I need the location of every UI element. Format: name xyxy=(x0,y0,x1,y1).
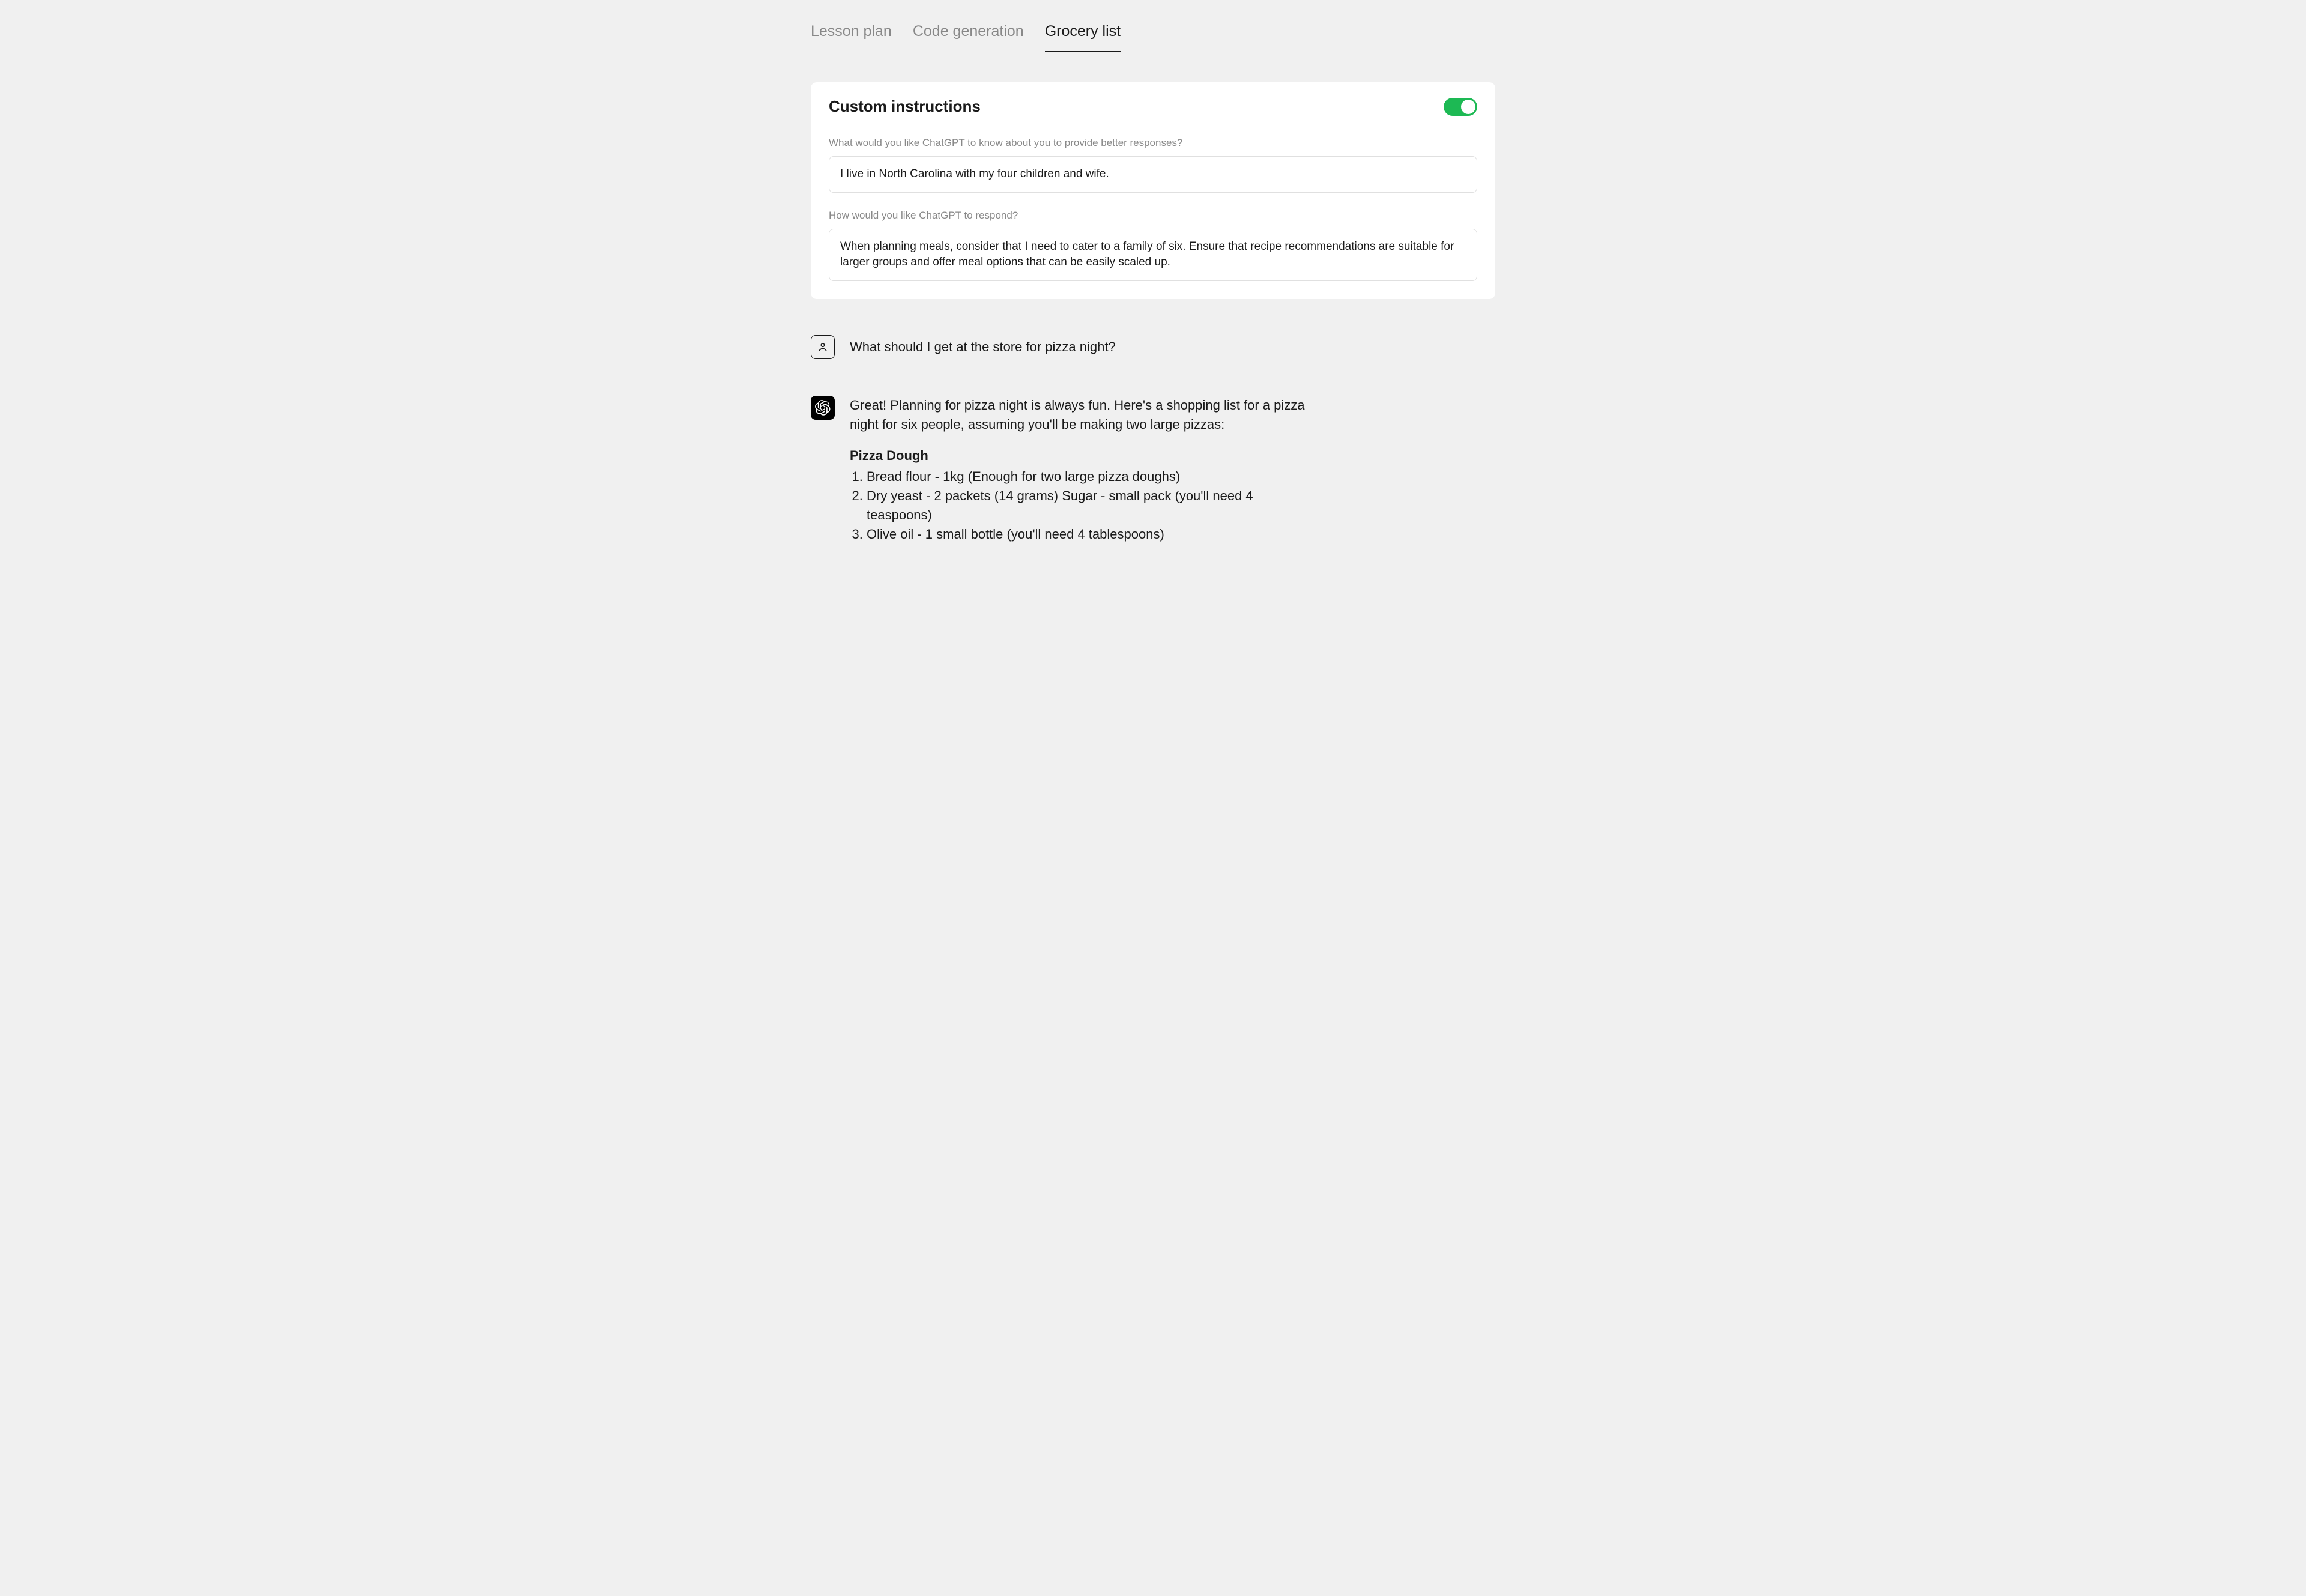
user-avatar xyxy=(811,335,835,359)
list-item: Bread flour - 1kg (Enough for two large … xyxy=(867,467,1318,486)
tab-lesson-plan[interactable]: Lesson plan xyxy=(811,23,892,52)
assistant-shopping-list: Bread flour - 1kg (Enough for two large … xyxy=(850,467,1318,544)
list-item: Olive oil - 1 small bottle (you'll need … xyxy=(867,525,1318,544)
assistant-message-content: Great! Planning for pizza night is alway… xyxy=(850,396,1318,544)
respond-label: How would you like ChatGPT to respond? xyxy=(829,210,1477,222)
user-icon xyxy=(817,341,829,353)
assistant-section-title: Pizza Dough xyxy=(850,446,1318,465)
toggle-knob xyxy=(1461,100,1475,114)
chat-area: What should I get at the store for pizza… xyxy=(811,335,1495,561)
assistant-intro-text: Great! Planning for pizza night is alway… xyxy=(850,396,1318,434)
custom-instructions-card: Custom instructions What would you like … xyxy=(811,82,1495,299)
custom-instructions-title: Custom instructions xyxy=(829,97,981,116)
tab-code-generation[interactable]: Code generation xyxy=(913,23,1024,52)
about-you-label: What would you like ChatGPT to know abou… xyxy=(829,137,1477,149)
list-item: Dry yeast - 2 packets (14 grams) Sugar -… xyxy=(867,486,1318,525)
user-message-text: What should I get at the store for pizza… xyxy=(850,337,1116,357)
assistant-avatar xyxy=(811,396,835,420)
user-message-row: What should I get at the store for pizza… xyxy=(811,335,1495,376)
custom-instructions-toggle[interactable] xyxy=(1444,98,1477,116)
tabs: Lesson plan Code generation Grocery list xyxy=(811,0,1495,52)
tab-grocery-list[interactable]: Grocery list xyxy=(1045,23,1121,52)
respond-field[interactable]: When planning meals, consider that I nee… xyxy=(829,229,1477,281)
assistant-message-row: Great! Planning for pizza night is alway… xyxy=(811,396,1495,561)
openai-icon xyxy=(815,400,831,416)
about-you-field[interactable]: I live in North Carolina with my four ch… xyxy=(829,156,1477,193)
